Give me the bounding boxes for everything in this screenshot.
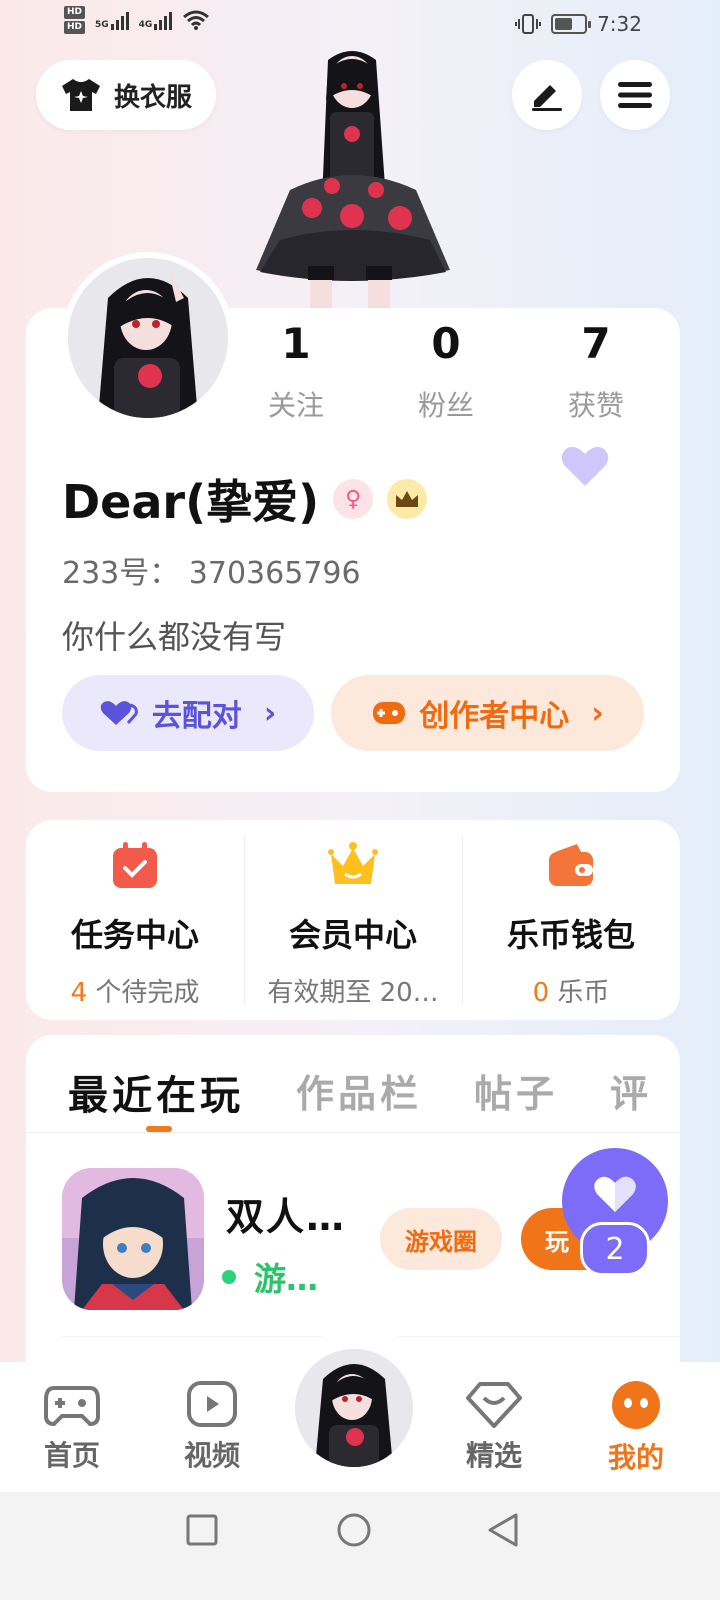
nav-home[interactable]: 首页 <box>22 1380 122 1474</box>
task-center-title: 任务中心 <box>70 916 199 954</box>
recents-square-icon[interactable] <box>186 1514 218 1546</box>
battery-icon <box>551 14 592 34</box>
heart-diamond-icon <box>466 1382 522 1428</box>
wallet-item[interactable]: 乐币钱包 0 乐币 <box>462 820 680 1020</box>
female-gender-icon: ♀ <box>333 479 374 519</box>
like-heart-icon[interactable] <box>560 444 610 492</box>
network-5g-label: 5G <box>95 20 109 30</box>
tab-works[interactable]: 作品栏 <box>296 1063 422 1121</box>
creator-label: 创作者中心 <box>419 699 570 734</box>
match-button[interactable]: 去配对 › <box>62 675 314 751</box>
tab-posts[interactable]: 帖子 <box>474 1063 558 1121</box>
wallet-icon <box>549 844 593 886</box>
stat-followers[interactable]: 0 粉丝 <box>376 318 516 424</box>
game-title[interactable]: 双人… <box>226 1186 346 1241</box>
avatar[interactable] <box>62 252 234 424</box>
signal-bars-icon <box>154 10 173 30</box>
system-indicators: 7:32 <box>515 12 642 36</box>
following-count: 1 <box>281 319 311 368</box>
stat-likes[interactable]: 7 获赞 <box>526 318 666 424</box>
crown-badge-icon[interactable] <box>387 479 428 519</box>
nav-video-label: 视频 <box>183 1439 240 1472</box>
tshirt-sparkle-icon <box>61 79 100 111</box>
likes-label: 获赞 <box>567 389 624 422</box>
creator-center-button[interactable]: 创作者中心 › <box>331 675 644 751</box>
task-center-sub: 4 个待完成 <box>70 978 200 1008</box>
content-tabs: 最近在玩 作品栏 帖子 评 <box>68 1063 652 1121</box>
change-outfit-label: 换衣服 <box>113 82 192 113</box>
services-card: 任务中心 4 个待完成 会员中心 有效期至 20… 乐币钱包 0 乐币 <box>26 820 680 1020</box>
gender-symbol: ♀ <box>345 486 362 512</box>
tab-reviews[interactable]: 评 <box>610 1063 652 1121</box>
nav-mine[interactable]: 我的 <box>586 1380 686 1476</box>
followers-count: 0 <box>431 319 461 368</box>
avatar-3d-figure[interactable] <box>250 40 460 312</box>
stat-following[interactable]: 1 关注 <box>226 318 366 424</box>
vip-center-title: 会员中心 <box>288 916 417 954</box>
game-status-text: 游… <box>254 1260 319 1298</box>
chevron-right-icon: › <box>263 695 277 731</box>
calendar-check-icon <box>113 842 157 888</box>
vip-center-item[interactable]: 会员中心 有效期至 20… <box>244 820 462 1020</box>
wallet-title: 乐币钱包 <box>506 916 635 954</box>
game-thumbnail[interactable] <box>62 1168 204 1310</box>
task-center-item[interactable]: 任务中心 4 个待完成 <box>26 820 244 1020</box>
face-icon <box>612 1381 660 1429</box>
game-status: 游… <box>222 1254 318 1300</box>
pen-icon <box>532 85 562 111</box>
hamburger-menu-icon <box>618 82 652 108</box>
hd-badge-1: HD <box>64 6 86 19</box>
nav-video[interactable]: 视频 <box>162 1380 262 1474</box>
game-circle-button[interactable]: 游戏圈 <box>380 1208 502 1270</box>
wallet-sub: 0 乐币 <box>532 978 610 1008</box>
online-status-dot <box>222 1270 236 1284</box>
change-outfit-button[interactable]: 换衣服 <box>36 60 216 130</box>
tabs-divider <box>26 1132 680 1133</box>
floating-like-count: 2 <box>580 1222 650 1276</box>
battery-level <box>555 18 573 30</box>
following-label: 关注 <box>267 389 324 422</box>
system-navigation-bar <box>0 1492 720 1600</box>
nav-featured[interactable]: 精选 <box>444 1380 544 1474</box>
user-bio[interactable]: 你什么都没有写 <box>62 612 286 658</box>
nav-home-label: 首页 <box>43 1439 100 1472</box>
nav-mine-label: 我的 <box>607 1441 664 1474</box>
edit-profile-button[interactable] <box>512 60 582 130</box>
username-row: Dear(挚爱) ♀ <box>62 466 428 532</box>
crown-icon <box>328 842 378 884</box>
tab-recent[interactable]: 最近在玩 <box>68 1063 244 1121</box>
network-indicators: HD HD 5G 4G <box>64 6 210 34</box>
video-play-icon <box>187 1381 237 1427</box>
user-id[interactable]: 233号： 370365796 <box>62 548 361 592</box>
menu-button[interactable] <box>600 60 670 130</box>
chevron-right-icon: › <box>591 695 604 731</box>
vip-center-sub: 有效期至 20… <box>267 978 439 1008</box>
signal-bars-icon <box>110 10 129 30</box>
nav-featured-label: 精选 <box>465 1439 522 1472</box>
gamepad-plus-icon <box>373 702 406 724</box>
followers-label: 粉丝 <box>417 389 474 422</box>
nav-avatar-center[interactable] <box>292 1346 416 1470</box>
wifi-icon <box>183 10 210 30</box>
network-4g-label: 4G <box>138 20 153 30</box>
back-triangle-icon[interactable] <box>486 1512 520 1548</box>
gamepad-icon <box>44 1386 100 1427</box>
likes-count: 7 <box>581 319 611 368</box>
username: Dear(挚爱) <box>62 475 320 529</box>
home-circle-icon[interactable] <box>336 1512 372 1548</box>
double-heart-icon <box>100 701 138 725</box>
vibrate-icon <box>515 14 542 34</box>
heart-icon <box>594 1176 636 1212</box>
clock: 7:32 <box>597 12 642 36</box>
match-label: 去配对 <box>151 699 242 734</box>
hd-badge-2: HD <box>64 21 86 34</box>
